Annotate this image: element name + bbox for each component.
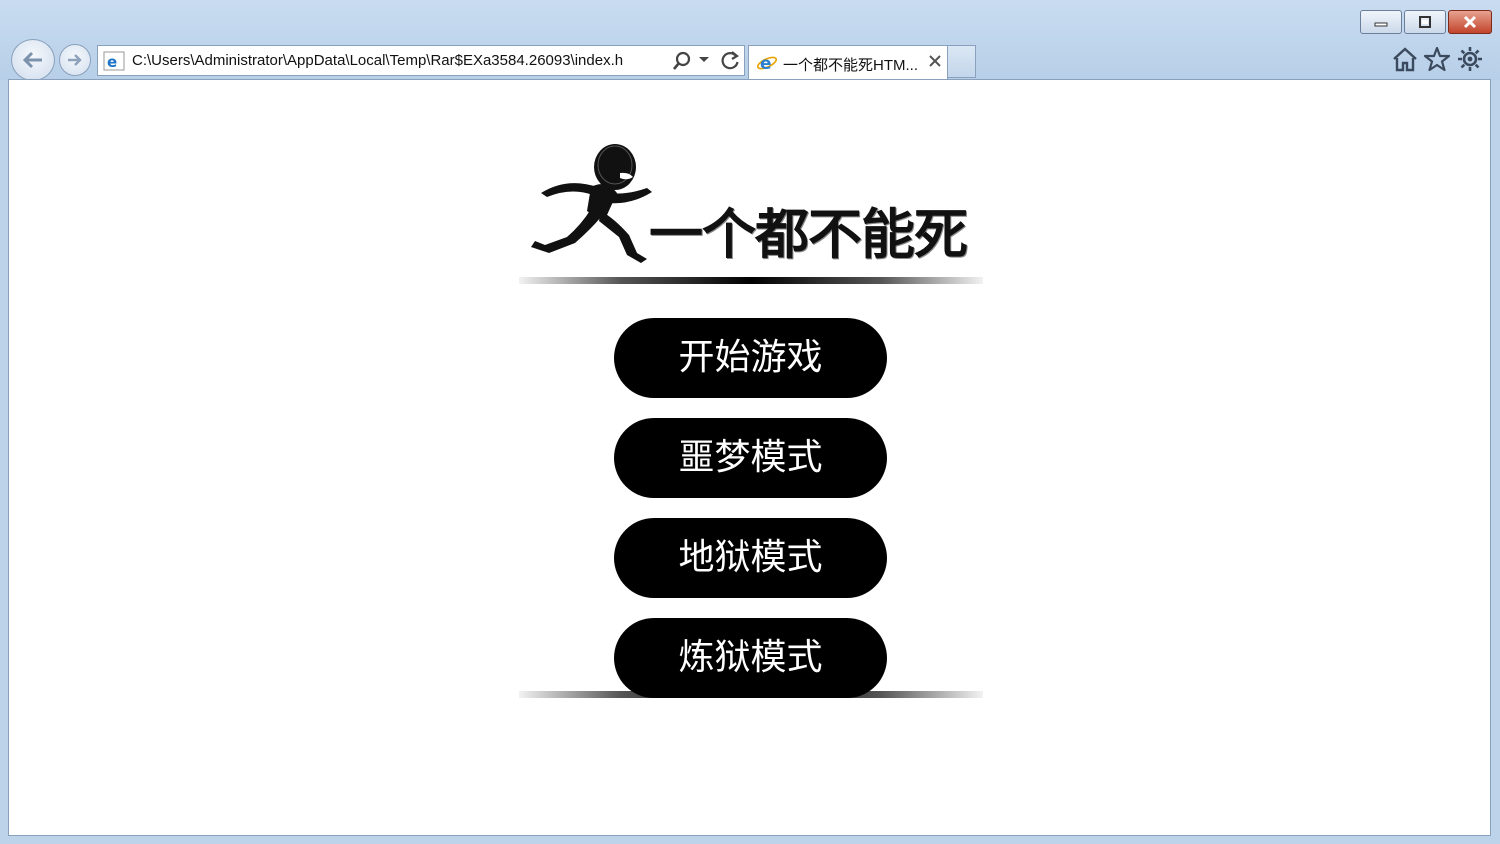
- close-icon: [1463, 15, 1477, 29]
- minimize-icon: [1374, 22, 1388, 27]
- svg-text:e: e: [107, 53, 117, 71]
- gear-icon[interactable]: [1457, 46, 1483, 72]
- start-game-button[interactable]: 开始游戏: [614, 318, 887, 398]
- browser-chrome: e C:\Users\Administrator\AppData\Local\T…: [0, 0, 1500, 81]
- restore-icon: [1419, 16, 1431, 28]
- game-title: 一个都不能死: [649, 203, 968, 266]
- address-text[interactable]: C:\Users\Administrator\AppData\Local\Tem…: [132, 52, 666, 69]
- new-tab-button[interactable]: [948, 45, 976, 78]
- tab-close-icon[interactable]: [929, 55, 941, 67]
- nightmare-mode-button[interactable]: 噩梦模式: [614, 418, 887, 498]
- running-man-logo: [531, 144, 652, 263]
- purgatory-mode-button[interactable]: 炼狱模式: [614, 618, 887, 698]
- chevron-down-icon[interactable]: [698, 56, 710, 64]
- forward-button[interactable]: [59, 44, 91, 76]
- refresh-icon[interactable]: [719, 50, 741, 72]
- favorites-star-icon[interactable]: [1424, 46, 1450, 72]
- arrow-right-icon: [68, 54, 82, 66]
- tab-active[interactable]: e 一个都不能死HTM...: [748, 45, 948, 80]
- close-window-button[interactable]: [1448, 10, 1492, 34]
- minimize-button[interactable]: [1360, 10, 1402, 34]
- arrow-left-icon: [22, 51, 42, 69]
- ie-tab-icon: e: [756, 54, 778, 74]
- tab-title: 一个都不能死HTM...: [783, 57, 918, 74]
- page-viewport: 一个都不能死 开始游戏 噩梦模式 地狱模式 炼狱模式: [8, 79, 1491, 836]
- back-button[interactable]: [11, 39, 55, 81]
- hell-mode-button[interactable]: 地狱模式: [614, 518, 887, 598]
- ie-page-icon: e: [103, 51, 125, 71]
- svg-text:e: e: [760, 54, 772, 74]
- divider-top: [519, 277, 983, 284]
- address-bar[interactable]: e C:\Users\Administrator\AppData\Local\T…: [97, 45, 745, 76]
- search-icon[interactable]: [672, 51, 692, 71]
- maximize-button[interactable]: [1404, 10, 1446, 34]
- window-controls: [1358, 10, 1492, 34]
- home-icon[interactable]: [1392, 46, 1418, 72]
